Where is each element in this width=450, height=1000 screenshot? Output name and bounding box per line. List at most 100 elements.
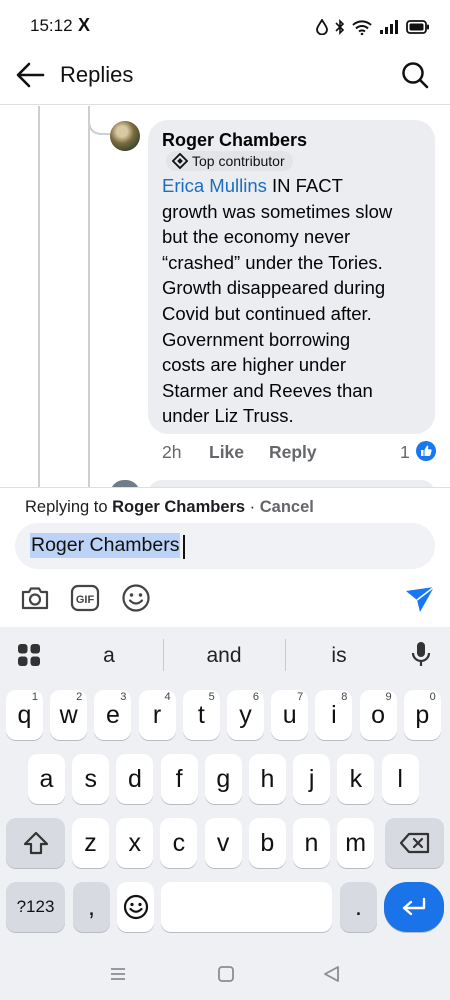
comment-line: Starmer and Reeves than	[162, 379, 373, 401]
smiley-icon	[122, 584, 150, 612]
key-hint: 0	[429, 691, 436, 703]
key-o[interactable]: o9	[359, 690, 397, 740]
wifi-icon	[352, 20, 372, 35]
key-label: f	[175, 764, 183, 793]
back-arrow-icon	[16, 62, 45, 88]
key-g[interactable]: g	[204, 754, 242, 804]
text-caret	[183, 535, 185, 559]
key-j[interactable]: j	[293, 754, 331, 804]
divider	[285, 639, 286, 671]
period-key[interactable]: .	[340, 882, 377, 932]
key-s[interactable]: s	[72, 754, 110, 804]
key-f[interactable]: f	[160, 754, 198, 804]
comment-line: Government borrowing	[162, 328, 351, 350]
bluetooth-icon	[335, 19, 345, 35]
key-v[interactable]: v	[204, 818, 242, 868]
key-label: t	[197, 700, 205, 729]
home-button[interactable]	[216, 964, 236, 984]
key-d[interactable]: d	[116, 754, 154, 804]
send-button[interactable]	[404, 585, 436, 613]
apps-grid-button[interactable]	[17, 643, 41, 667]
key-p[interactable]: p0	[403, 690, 441, 740]
key-label: m	[345, 828, 367, 857]
key-t[interactable]: t5	[182, 690, 220, 740]
key-label: g	[216, 764, 231, 793]
key-m[interactable]: m	[337, 818, 375, 868]
send-icon	[406, 586, 435, 612]
comma-label: ,	[88, 892, 95, 921]
key-label: y	[239, 700, 252, 729]
like-reaction-icon[interactable]	[416, 441, 436, 461]
key-r[interactable]: r4	[138, 690, 176, 740]
key-y[interactable]: y6	[227, 690, 264, 740]
back-button[interactable]	[14, 58, 48, 92]
key-hint: 7	[297, 691, 304, 703]
reaction-count[interactable]: 1	[400, 442, 410, 463]
reply-composer: Replying to Roger Chambers · Cancel Roge…	[0, 487, 450, 628]
key-x[interactable]: x	[116, 818, 154, 868]
backspace-icon	[399, 832, 429, 854]
thread-line	[38, 106, 40, 490]
symbols-label: ?123	[16, 897, 55, 916]
key-q[interactable]: q1	[6, 690, 43, 740]
triangle-back-icon	[324, 966, 339, 982]
mention-link[interactable]: Erica Mullins	[162, 175, 267, 196]
backspace-key[interactable]	[385, 818, 444, 868]
key-w[interactable]: w2	[50, 690, 88, 740]
gif-button[interactable]: GIF	[70, 584, 100, 612]
enter-icon	[402, 897, 426, 916]
comment-body: IN FACT growth was sometimes slow but the …	[162, 175, 392, 426]
symbols-key[interactable]: ?123	[6, 882, 65, 932]
shift-key[interactable]	[6, 818, 65, 868]
voice-input-button[interactable]	[410, 640, 432, 668]
key-label: a	[39, 764, 54, 793]
key-n[interactable]: n	[293, 818, 330, 868]
suggestion-item[interactable]: and	[174, 644, 274, 668]
back-nav-button[interactable]	[322, 964, 342, 984]
avatar[interactable]	[110, 121, 140, 151]
cancel-button[interactable]: Cancel	[260, 498, 314, 516]
enter-key[interactable]	[384, 882, 444, 932]
camera-icon	[21, 587, 49, 610]
suggestion-item[interactable]: is	[289, 644, 389, 668]
header: Replies	[0, 52, 450, 105]
comment-line: Covid but continued after.	[162, 302, 372, 324]
x-app-icon: X	[78, 15, 91, 35]
key-label: d	[127, 764, 142, 793]
comment-line: Growth disappeared during	[162, 277, 386, 299]
key-label: n	[304, 828, 319, 857]
emoji-key[interactable]	[117, 882, 154, 932]
space-key[interactable]	[161, 882, 332, 932]
comment-line: “crashed” under the Tories.	[162, 251, 383, 273]
badge-label: Top contributor	[192, 153, 285, 169]
key-i[interactable]: i8	[315, 690, 353, 740]
key-b[interactable]: b	[248, 818, 286, 868]
key-e[interactable]: e3	[94, 690, 132, 740]
recent-apps-button[interactable]	[108, 964, 128, 984]
replying-prefix: Replying to	[25, 498, 113, 516]
comma-key[interactable]: ,	[73, 882, 110, 932]
key-z[interactable]: z	[72, 818, 109, 868]
reply-input-text: Roger Chambers	[30, 533, 181, 558]
comment-text: Erica Mullins IN FACT growth was sometime…	[162, 173, 424, 429]
emoji-button[interactable]	[121, 583, 151, 613]
camera-button[interactable]	[20, 584, 50, 612]
key-h[interactable]: h	[249, 754, 286, 804]
reply-input[interactable]: Roger Chambers	[15, 523, 435, 569]
key-k[interactable]: k	[337, 754, 375, 804]
top-contributor-badge[interactable]: Top contributor	[166, 151, 293, 171]
smiley-icon	[123, 894, 148, 920]
like-button[interactable]: Like	[209, 442, 244, 463]
search-button[interactable]	[398, 58, 432, 92]
key-hint: 6	[252, 691, 259, 703]
reply-button[interactable]: Reply	[269, 442, 317, 463]
key-c[interactable]: c	[160, 818, 198, 868]
thread-line	[88, 106, 90, 490]
key-a[interactable]: a	[28, 754, 65, 804]
key-u[interactable]: u7	[271, 690, 309, 740]
comment-author[interactable]: Roger Chambers	[162, 130, 307, 151]
replying-to-bar: Replying to Roger Chambers · Cancel	[25, 498, 314, 517]
suggestion-item[interactable]: a	[59, 644, 159, 668]
key-l[interactable]: l	[381, 754, 419, 804]
key-label: w	[59, 700, 78, 729]
